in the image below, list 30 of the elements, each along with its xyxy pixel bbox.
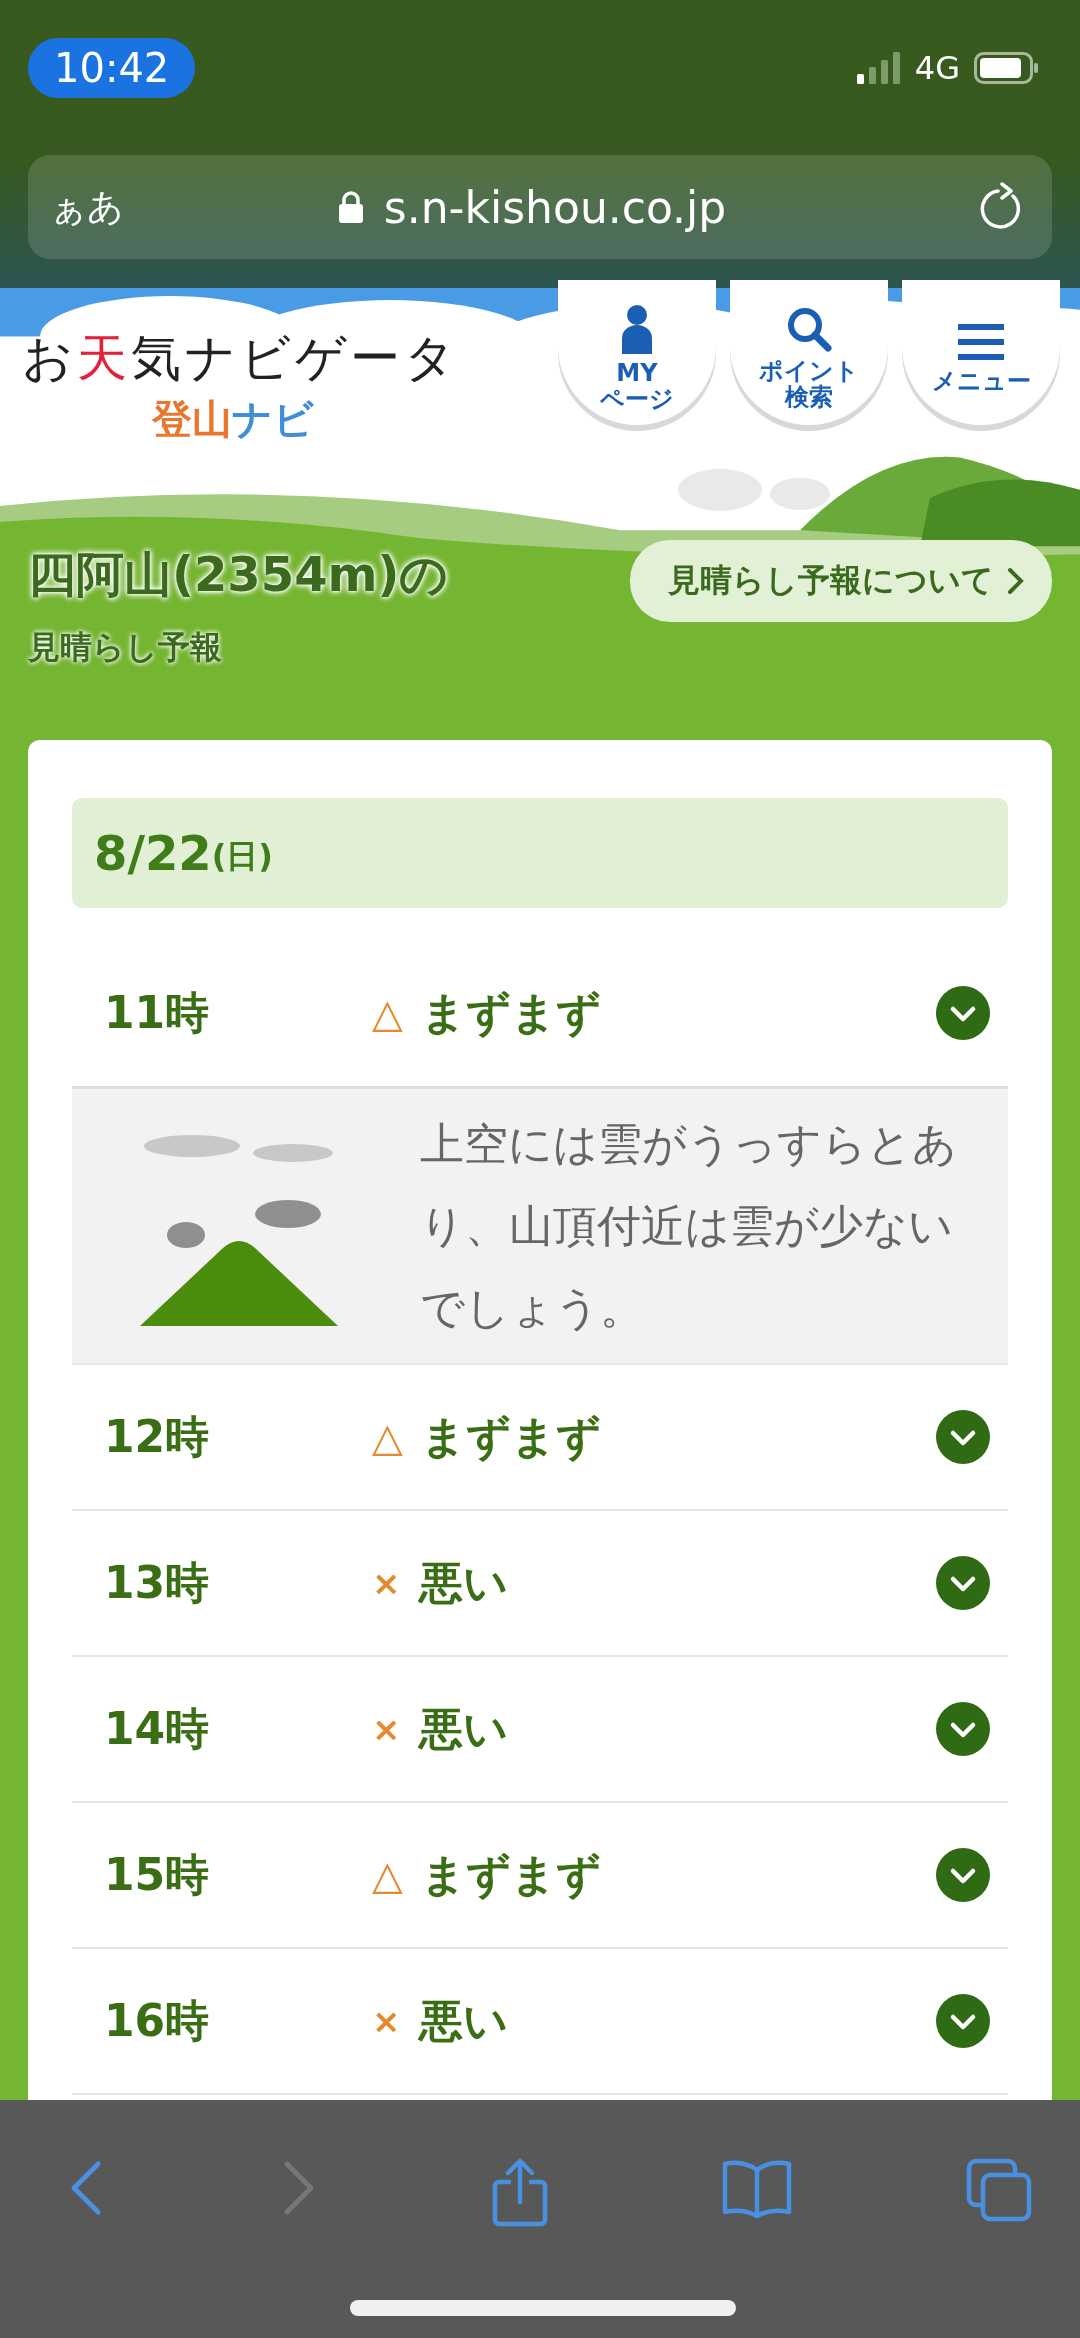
search-icon	[786, 305, 832, 352]
chevron-icon[interactable]	[936, 1848, 990, 1902]
forecast-row[interactable]: 14時 × 悪い	[72, 1657, 1008, 1803]
date-heading: 8/22(日)	[72, 798, 1008, 908]
page-subtitle: 見晴らし予報	[28, 627, 223, 668]
forecast-row[interactable]: 12時 △ まずまず	[72, 1365, 1008, 1511]
chevron-icon[interactable]	[936, 1556, 990, 1610]
menu-icon	[958, 321, 1004, 362]
forecast-description: 上空には雲がうっすらとあり、山頂付近は雲が少ないでしょう。	[420, 1117, 958, 1335]
url-text: s.n-kishou.co.jp	[383, 181, 727, 233]
site-logo[interactable]: お天気ナビゲータ	[22, 328, 459, 388]
lock-icon	[337, 190, 364, 224]
forecast-row[interactable]: 13時 × 悪い	[72, 1511, 1008, 1657]
chevron-icon[interactable]	[936, 1994, 990, 2048]
chevron-icon[interactable]	[936, 1702, 990, 1756]
signal-icon	[856, 52, 901, 84]
status-time: 10:42	[28, 38, 196, 98]
sublogo: 登山ナビ	[152, 395, 315, 444]
about-link[interactable]: 見晴らし予報について	[630, 540, 1052, 622]
battery-icon	[974, 52, 1040, 84]
chevron-icon[interactable]	[936, 1410, 990, 1464]
network-label: 4G	[914, 49, 960, 87]
chevron-icon[interactable]	[936, 986, 990, 1040]
address-bar[interactable]: ぁあ s.n-kishou.co.jp	[28, 155, 1052, 259]
forecast-row[interactable]: 16時 × 悪い	[72, 1949, 1008, 2095]
chevron-right-icon	[1006, 566, 1026, 596]
page-title: 四阿山(2354m)の	[28, 545, 449, 604]
forecast-row[interactable]: 15時 △ まずまず	[72, 1803, 1008, 1949]
person-icon	[620, 303, 654, 354]
text-size-button[interactable]: ぁあ	[50, 182, 124, 232]
